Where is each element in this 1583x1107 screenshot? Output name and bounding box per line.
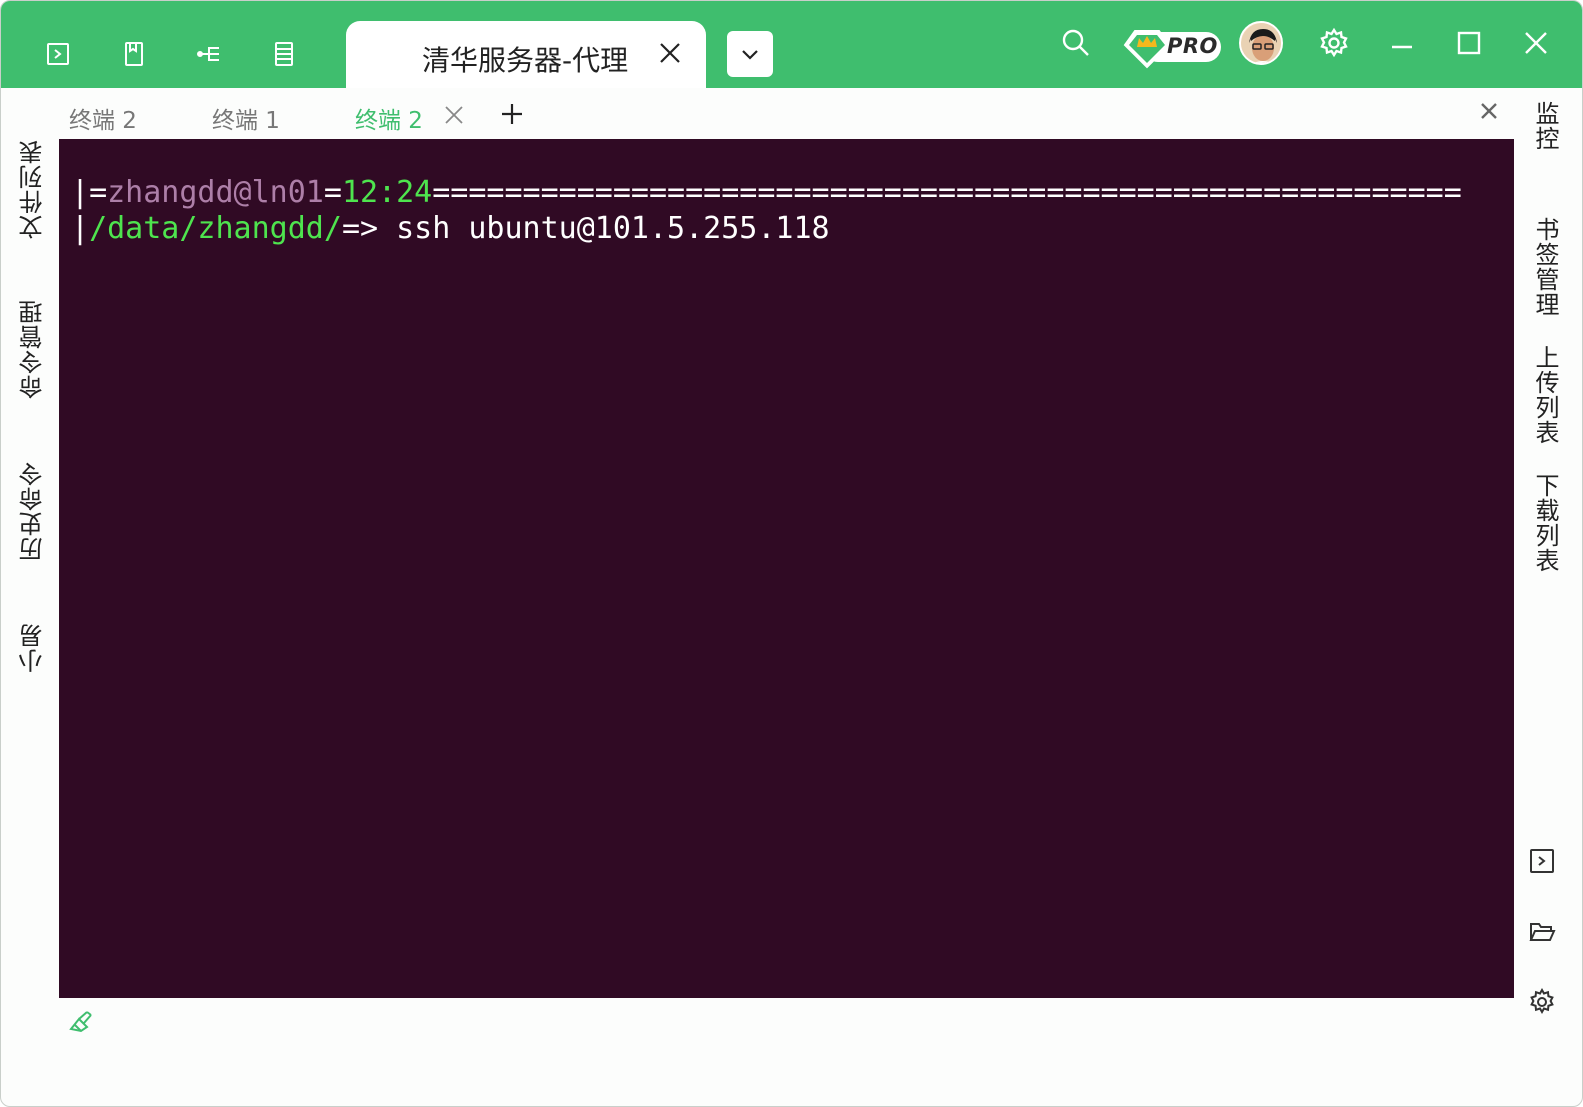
terminal-icon[interactable] [43, 37, 73, 71]
prompt-arrow: => [341, 211, 397, 246]
sidebar-item-xiaoyi[interactable]: 小易 [15, 623, 50, 673]
sidebar-item-download-list[interactable]: 下载列表 [1528, 473, 1563, 573]
sidebar-item-command-manage[interactable]: 命令管理 [15, 299, 50, 399]
session-tab[interactable]: 清华服务器-代理 [346, 21, 706, 88]
crown-gem-icon [1123, 30, 1171, 69]
prompt-time: 12:24 [341, 175, 433, 210]
prompt-bar: | [71, 211, 90, 246]
prompt-path: /data/zhangdd/ [89, 211, 342, 246]
sidebar-item-file-list[interactable]: 文件列表 [15, 139, 50, 239]
session-tab-label: 清华服务器-代理 [422, 44, 629, 77]
maximize-icon[interactable] [1449, 23, 1489, 63]
terminal-line-1: |=zhangdd@ln01=12:24====================… [71, 175, 1514, 211]
prompt-eq: = [89, 175, 108, 210]
minimize-icon[interactable] [1382, 23, 1422, 63]
sidebar-item-upload-list[interactable]: 上传列表 [1528, 345, 1563, 445]
terminal-subtabs: 终端 2 终端 1 终端 2 [59, 93, 1514, 137]
server-list-icon[interactable] [269, 37, 299, 71]
close-icon[interactable] [656, 39, 684, 67]
right-sidebar: 监控 书签管理 上传列表 下载列表 [1514, 101, 1582, 601]
sidebar-item-history[interactable]: 历史命令 [15, 461, 50, 561]
terminal-line-2: |/data/zhangdd/=> ssh ubuntu@101.5.255.1… [71, 211, 1514, 247]
subtab-terminal-2[interactable]: 终端 2 [69, 101, 137, 135]
tab-dropdown-button[interactable] [727, 31, 773, 77]
bookmark-icon[interactable] [119, 37, 149, 71]
title-bar: 清华服务器-代理 PRO [1, 1, 1582, 88]
sidebar-item-bookmarks[interactable]: 书签管理 [1528, 217, 1563, 317]
prompt-user-host: zhangdd@ln01 [107, 175, 324, 210]
app-window: 清华服务器-代理 PRO 终端 2 终端 1 终端 2 文件列表 命令管理 历史… [0, 0, 1583, 1107]
gear-icon[interactable] [1314, 23, 1354, 63]
pro-badge[interactable]: PRO [1121, 25, 1223, 69]
subtab-terminal-1[interactable]: 终端 1 [212, 101, 280, 135]
command-text: ssh ubuntu@101.5.255.118 [396, 211, 830, 246]
clear-broom-icon[interactable] [67, 1009, 97, 1035]
pro-label: PRO [1167, 34, 1218, 58]
tree-icon[interactable] [194, 37, 224, 71]
search-icon[interactable] [1056, 23, 1096, 63]
terminal-output[interactable]: |=zhangdd@ln01=12:24====================… [59, 139, 1514, 998]
terminal-icon[interactable] [1525, 844, 1559, 878]
prompt-bar: | [71, 175, 90, 210]
left-sidebar: 文件列表 命令管理 历史命令 小易 [1, 139, 59, 699]
subtab-terminal-2-active[interactable]: 终端 2 [355, 101, 423, 135]
sidebar-item-monitor[interactable]: 监控 [1528, 101, 1563, 151]
add-tab-icon[interactable] [499, 101, 527, 129]
close-panel-icon[interactable] [1479, 101, 1503, 125]
avatar[interactable] [1239, 21, 1283, 65]
prompt-fill: ========================================… [432, 175, 1462, 210]
subtab-close-icon[interactable] [443, 104, 465, 126]
prompt-eq: = [323, 175, 342, 210]
close-icon[interactable] [1516, 23, 1556, 63]
chevron-down-icon [742, 50, 758, 60]
gear-icon[interactable] [1525, 985, 1559, 1019]
folder-open-icon[interactable] [1525, 915, 1559, 949]
